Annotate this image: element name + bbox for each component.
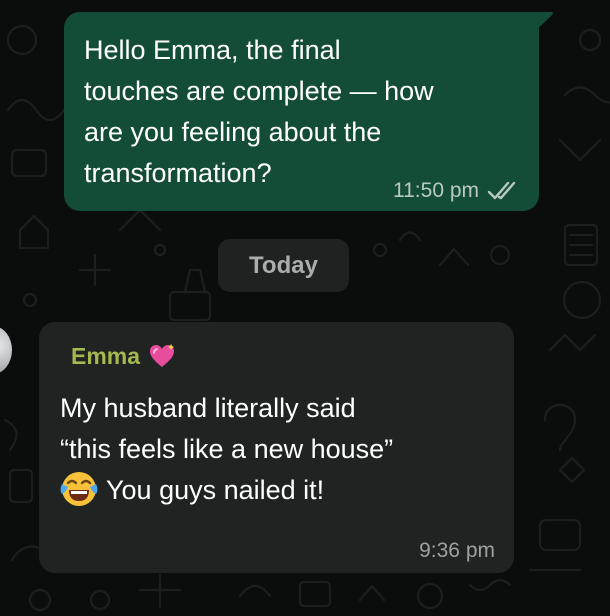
incoming-message-text: My husband literally said “this feels lik…	[60, 388, 493, 511]
incoming-line-2: “this feels like a new house”	[60, 434, 394, 464]
sender-name[interactable]: Emma	[71, 343, 140, 370]
outgoing-message-time: 11:50 pm	[393, 179, 479, 202]
face-with-tears-of-joy-icon	[60, 472, 98, 506]
incoming-line-1: My husband literally said	[60, 393, 356, 423]
date-separator: Today	[218, 239, 349, 292]
incoming-line-3: You guys nailed it!	[106, 475, 325, 505]
double-check-read-icon	[487, 181, 516, 200]
incoming-message-meta: 9:36 pm	[419, 539, 495, 563]
outgoing-message-meta: 11:50 pm	[393, 179, 521, 203]
incoming-message-bubble[interactable]: Emma My husband literally said “this feel…	[39, 322, 514, 573]
outgoing-message-text: Hello Emma, the final touches are comple…	[84, 35, 434, 188]
incoming-message-time: 9:36 pm	[419, 539, 495, 562]
sender-row: Emma	[71, 340, 493, 372]
sparkling-heart-icon	[150, 344, 175, 367]
outgoing-message-bubble[interactable]: Hello Emma, the final touches are comple…	[64, 12, 539, 211]
outgoing-bubble-tail	[532, 12, 553, 34]
